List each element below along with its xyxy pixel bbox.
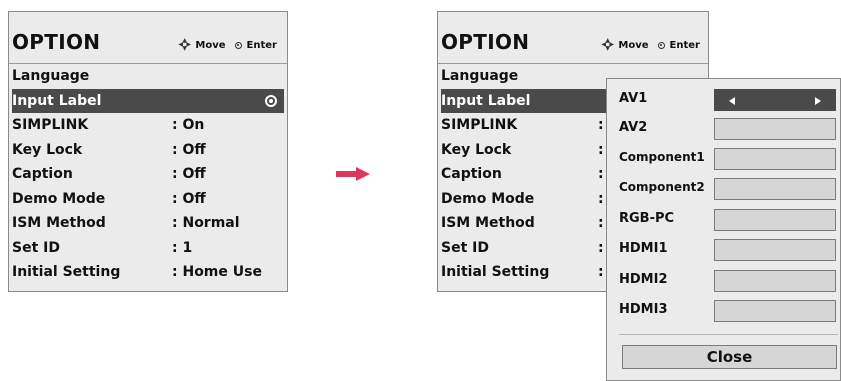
menu-item-label: Initial Setting (12, 264, 121, 280)
menu-item-label: ISM Method (441, 215, 535, 231)
menu-item-label: Set ID (441, 239, 489, 256)
menu-item-language[interactable]: Language (9, 64, 287, 89)
menu-item-ism-method[interactable]: ISM Method : Normal (9, 211, 287, 236)
menu-item-label: Caption (441, 166, 502, 182)
move-hint: ▲ ▼ ◀ ▶ Move (601, 38, 648, 52)
menu-title: OPTION (12, 30, 101, 54)
menu-item-label: Demo Mode (12, 190, 106, 207)
input-row-component1: Component1 (607, 146, 840, 170)
menu-item-value: : Home Use (172, 264, 262, 280)
menu-item-label: Language (441, 68, 519, 84)
navigation-hints: ▲ ▼ ◀ ▶ Move Enter (592, 38, 700, 52)
menu-item-value: : (598, 141, 604, 158)
menu-item-label: Initial Setting (441, 264, 550, 280)
input-label-selector[interactable] (714, 209, 836, 231)
navigation-hints: ▲ ▼ ◀ ▶ Move Enter (169, 38, 277, 52)
input-label-selector[interactable] (714, 239, 836, 261)
menu-header: OPTION ▲ ▼ ◀ ▶ Move Enter (438, 12, 708, 64)
menu-item-value: : (598, 239, 604, 256)
menu-item-demo-mode[interactable]: Demo Mode : Off (9, 187, 287, 212)
input-row-hdmi3: HDMI3 (607, 298, 840, 322)
menu-item-key-lock[interactable]: Key Lock : Off (9, 138, 287, 163)
input-label-selector[interactable] (714, 270, 836, 292)
move-hint-label: Move (195, 39, 226, 51)
menu-item-value: : Off (172, 141, 206, 158)
menu-item-label: Key Lock (441, 141, 512, 158)
menu-item-caption[interactable]: Caption : Off (9, 162, 287, 187)
input-label-selector[interactable] (714, 89, 836, 111)
arrow-right-icon[interactable] (815, 97, 821, 105)
input-row-av2: AV2 (607, 116, 840, 140)
input-label-selector[interactable] (714, 178, 836, 200)
input-name-label: HDMI2 (619, 272, 668, 287)
menu-item-label: Input Label (441, 92, 531, 109)
menu-item-label: Key Lock (12, 141, 83, 158)
enter-hint-label: Enter (246, 39, 277, 51)
menu-item-label: Set ID (12, 239, 60, 256)
arrow-right-icon (336, 167, 370, 181)
menu-item-label: SIMPLINK (12, 117, 89, 133)
enter-hint-label: Enter (669, 39, 700, 51)
menu-item-value: : Off (172, 190, 206, 207)
menu-item-input-label[interactable]: Input Label (441, 88, 608, 113)
menu-item-value: : Normal (172, 215, 240, 231)
menu-item-set-id[interactable]: Set ID : 1 (9, 236, 287, 261)
menu-item-value: : (598, 117, 604, 133)
menu-item-label: SIMPLINK (441, 117, 518, 133)
menu-item-initial-setting[interactable]: Initial Setting : Home Use (9, 260, 287, 285)
menu-item-simplink[interactable]: SIMPLINK : On (9, 113, 287, 138)
menu-item-value: : (598, 190, 604, 207)
arrow-left-icon[interactable] (729, 97, 735, 105)
menu-item-label: Language (12, 68, 90, 84)
input-label-selector[interactable] (714, 300, 836, 322)
close-button[interactable]: Close (622, 345, 837, 369)
input-label-selector[interactable] (714, 118, 836, 140)
input-name-label: AV2 (619, 120, 648, 135)
move-hint: ▲ ▼ ◀ ▶ Move (178, 38, 225, 52)
input-name-label: RGB-PC (619, 211, 675, 226)
input-name-label: HDMI3 (619, 302, 668, 317)
menu-item-value: : (598, 166, 604, 182)
radio-selected-icon (265, 94, 277, 107)
enter-circle-icon (234, 41, 242, 49)
menu-item-label: ISM Method (12, 215, 106, 231)
input-name-label: HDMI1 (619, 241, 668, 256)
input-label-popup: AV1 AV2 Component1 Component2 RGB-PC HDM… (606, 78, 841, 381)
input-row-av1: AV1 (607, 87, 840, 111)
menu-item-label: Demo Mode (441, 190, 535, 207)
menu-item-label: Caption (12, 166, 73, 182)
enter-hint: Enter (657, 39, 700, 51)
popup-divider (619, 334, 838, 335)
input-name-label: AV1 (619, 91, 648, 106)
option-menu-list: Language Input Label SIMPLINK : On Key L… (9, 64, 287, 285)
input-row-hdmi2: HDMI2 (607, 268, 840, 292)
menu-title: OPTION (441, 30, 530, 54)
menu-item-label: Input Label (12, 92, 102, 109)
input-row-rgb-pc: RGB-PC (607, 207, 840, 231)
input-name-label: Component2 (619, 180, 705, 194)
menu-header: OPTION ▲ ▼ ◀ ▶ Move Enter (9, 12, 287, 64)
input-row-component2: Component2 (607, 176, 840, 200)
enter-circle-icon (657, 41, 665, 49)
menu-item-value: : 1 (172, 239, 193, 256)
option-menu-panel-left: OPTION ▲ ▼ ◀ ▶ Move Enter Language Input… (8, 11, 288, 292)
input-label-selector[interactable] (714, 148, 836, 170)
enter-hint: Enter (234, 39, 277, 51)
input-name-label: Component1 (619, 150, 705, 164)
menu-item-input-label[interactable]: Input Label (12, 88, 284, 113)
input-row-hdmi1: HDMI1 (607, 237, 840, 261)
move-hint-label: Move (618, 39, 649, 51)
menu-item-value: : Off (172, 166, 206, 182)
menu-item-value: : (598, 215, 604, 231)
menu-item-value: : (598, 264, 604, 280)
move-arrows-icon: ▲ ▼ ◀ ▶ (601, 37, 615, 52)
move-arrows-icon: ▲ ▼ ◀ ▶ (178, 37, 192, 52)
menu-item-value: : On (172, 117, 205, 133)
